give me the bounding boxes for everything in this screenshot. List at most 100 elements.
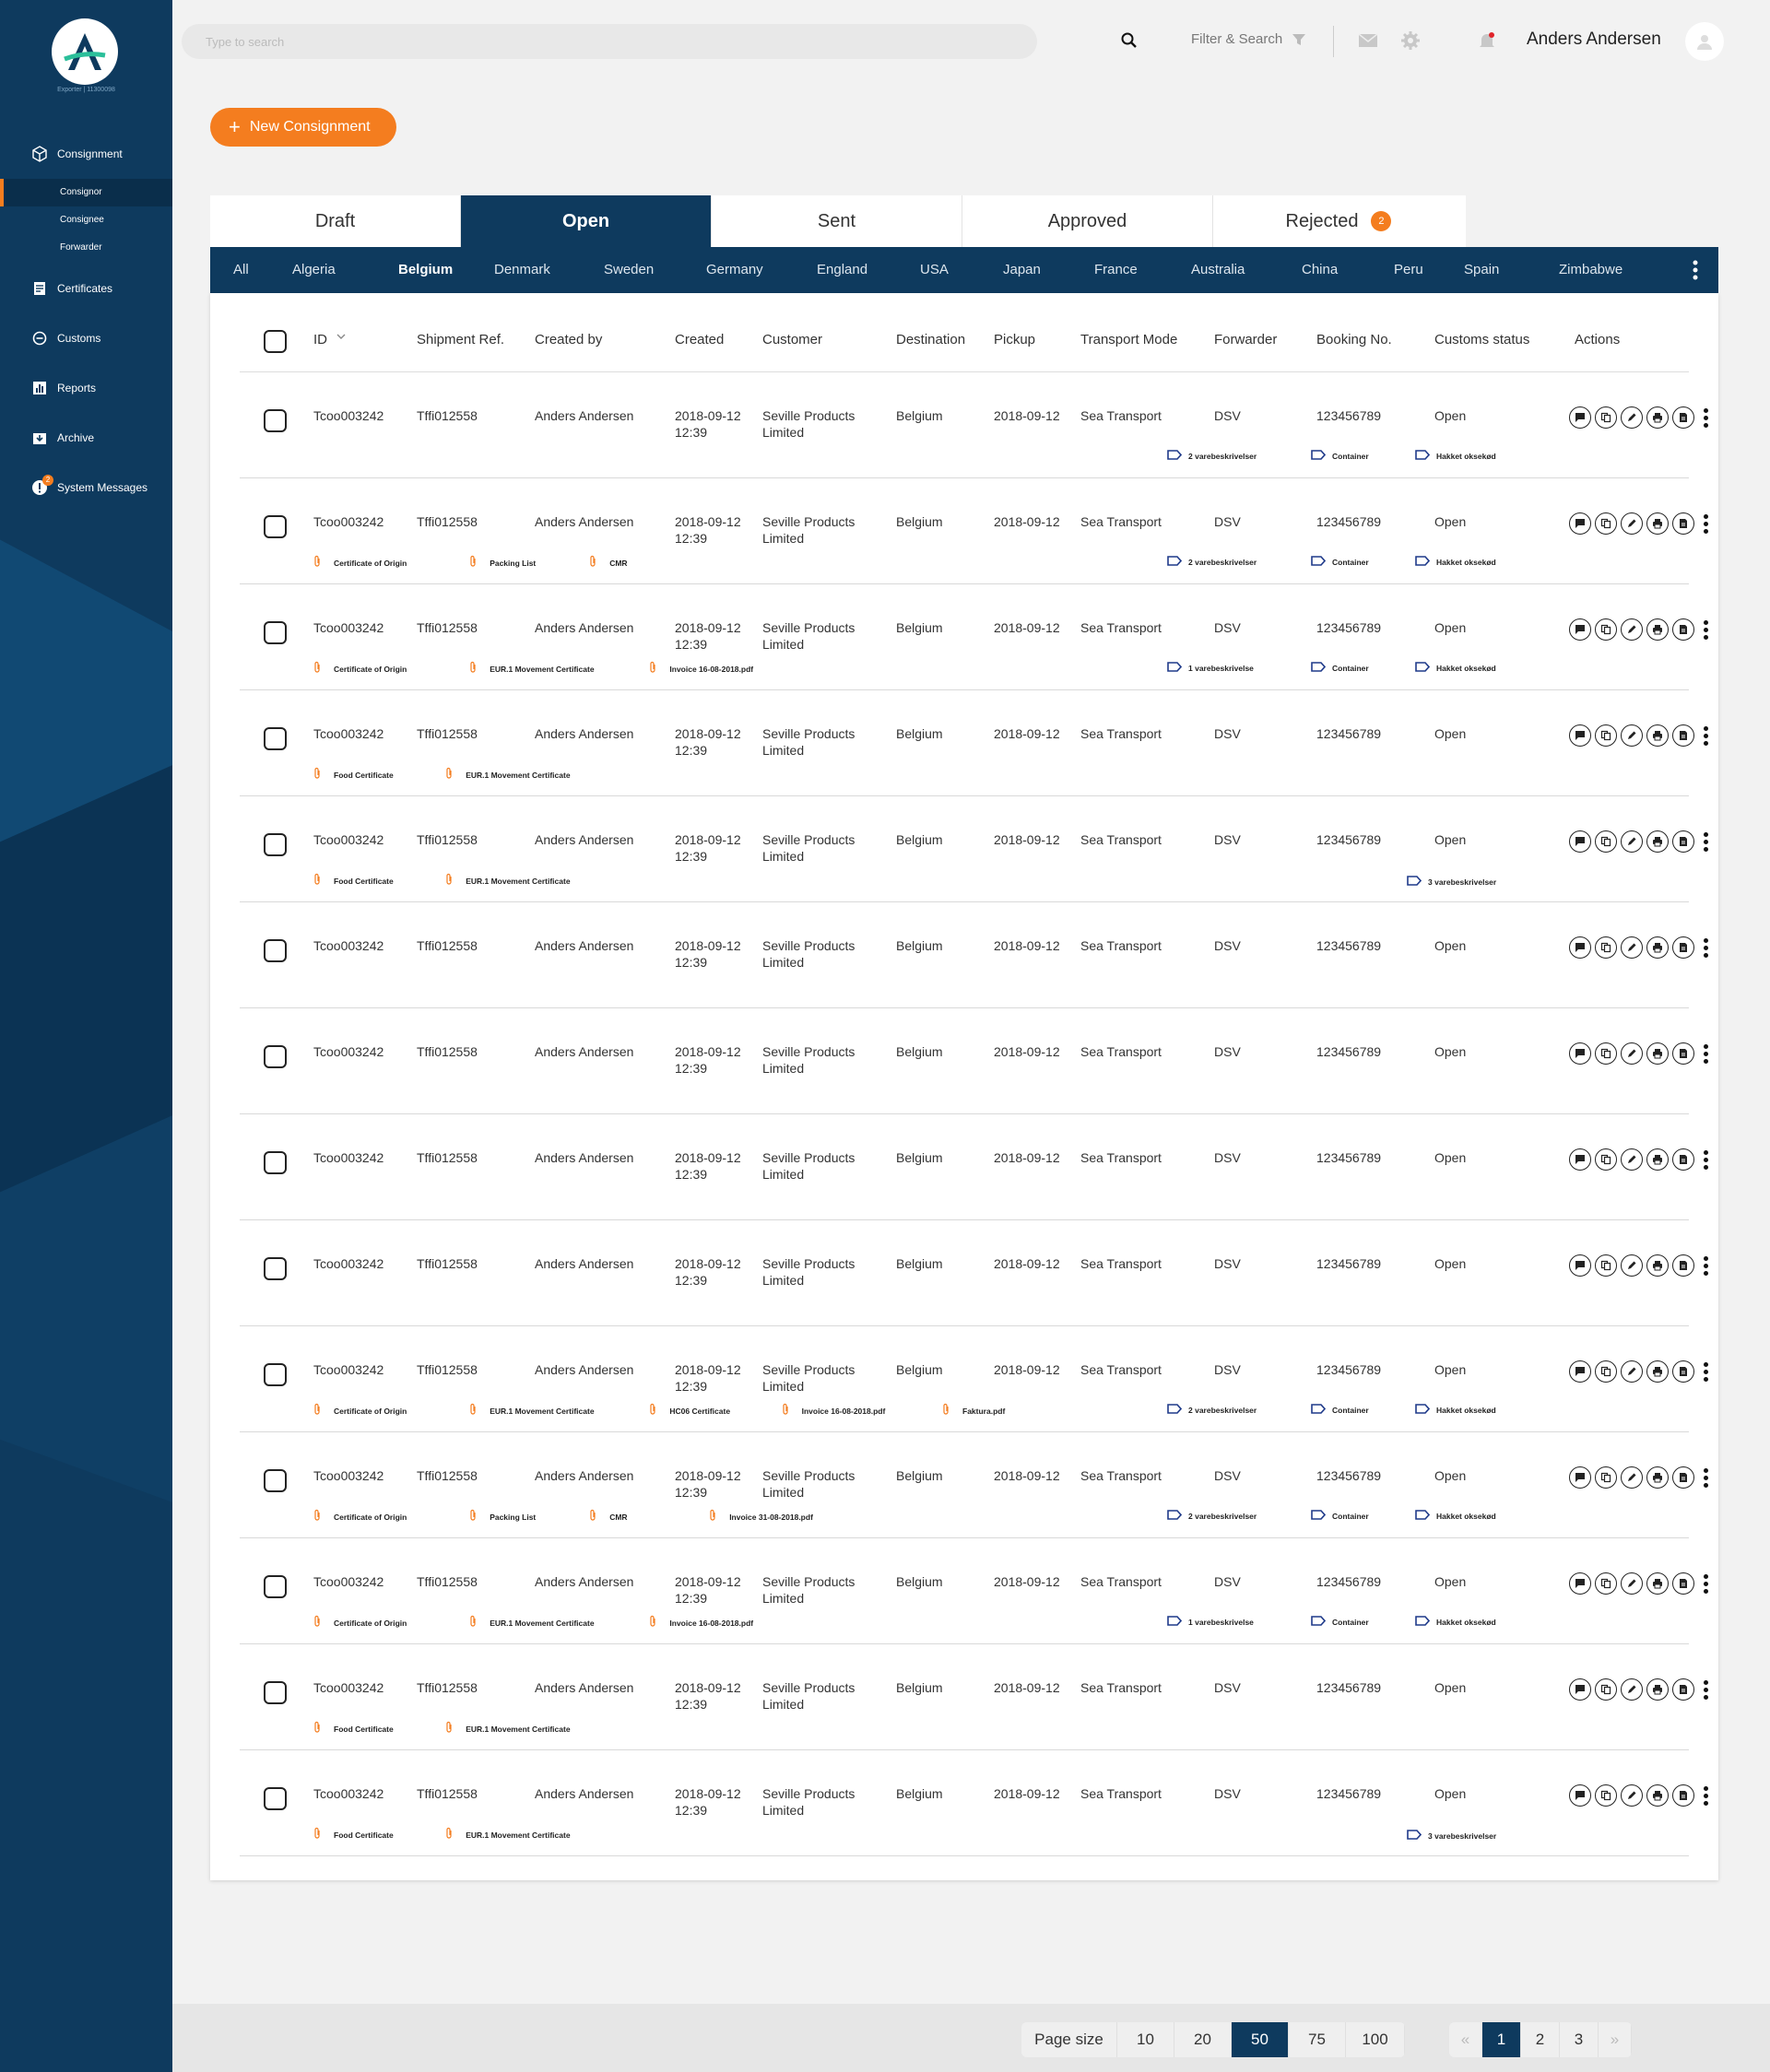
print-button[interactable] bbox=[1646, 1784, 1669, 1807]
sidebar-subitem-consignor[interactable]: Consignor bbox=[0, 179, 172, 206]
gear-icon[interactable] bbox=[1401, 31, 1420, 54]
page-size-option[interactable]: 10 bbox=[1117, 2022, 1174, 2057]
attachment[interactable]: EUR.1 Movement Certificate bbox=[445, 1721, 571, 1736]
edit-button[interactable] bbox=[1621, 724, 1643, 747]
document-button[interactable] bbox=[1672, 1784, 1694, 1807]
copy-button[interactable] bbox=[1595, 1466, 1617, 1489]
attachment[interactable]: Faktura.pdf bbox=[942, 1403, 1005, 1419]
comment-button[interactable] bbox=[1569, 830, 1591, 853]
goods-tag[interactable]: Hakket oksekød bbox=[1415, 1510, 1496, 1522]
more-vert-icon[interactable] bbox=[1704, 1254, 1708, 1277]
edit-button[interactable] bbox=[1621, 512, 1643, 535]
country-filter-australia[interactable]: Australia bbox=[1191, 262, 1245, 277]
attachment[interactable]: Invoice 31-08-2018.pdf bbox=[709, 1509, 813, 1525]
copy-button[interactable] bbox=[1595, 1360, 1617, 1383]
print-button[interactable] bbox=[1646, 1360, 1669, 1383]
goods-tag[interactable]: 3 varebeskrivelser bbox=[1407, 876, 1496, 888]
comment-button[interactable] bbox=[1569, 936, 1591, 959]
row-checkbox[interactable] bbox=[264, 1363, 287, 1386]
attachment[interactable]: Food Certificate bbox=[313, 1721, 394, 1736]
edit-button[interactable] bbox=[1621, 1784, 1643, 1807]
copy-button[interactable] bbox=[1595, 1148, 1617, 1171]
attachment[interactable]: EUR.1 Movement Certificate bbox=[469, 1403, 595, 1419]
more-vert-icon[interactable] bbox=[1704, 1572, 1708, 1595]
more-vert-icon[interactable] bbox=[1704, 1678, 1708, 1701]
row-checkbox[interactable] bbox=[264, 1151, 287, 1174]
goods-tag[interactable]: Container bbox=[1311, 1616, 1369, 1628]
copy-button[interactable] bbox=[1595, 936, 1617, 959]
table-row[interactable]: Tcoo003242 Tffi012558 Anders Andersen Belgi… bbox=[240, 372, 1708, 478]
more-vert-icon[interactable] bbox=[1704, 1148, 1708, 1171]
print-button[interactable] bbox=[1646, 1254, 1669, 1277]
more-vert-icon[interactable] bbox=[1704, 406, 1708, 429]
comment-button[interactable] bbox=[1569, 724, 1591, 747]
table-row[interactable]: Tcoo003242 Tffi012558 Anders Andersen Belgi… bbox=[240, 902, 1708, 1008]
comment-button[interactable] bbox=[1569, 1678, 1591, 1701]
document-button[interactable] bbox=[1672, 512, 1694, 535]
more-options-icon[interactable] bbox=[1693, 260, 1698, 284]
select-all-checkbox[interactable] bbox=[264, 330, 287, 353]
tab-open[interactable]: Open bbox=[461, 195, 712, 247]
page-size-option[interactable]: 50 bbox=[1232, 2022, 1289, 2057]
copy-button[interactable] bbox=[1595, 1572, 1617, 1595]
tab-rejected[interactable]: Rejected 2 bbox=[1213, 195, 1464, 247]
avatar[interactable] bbox=[1685, 22, 1724, 61]
comment-button[interactable] bbox=[1569, 1360, 1591, 1383]
row-checkbox[interactable] bbox=[264, 515, 287, 538]
goods-tag[interactable]: Container bbox=[1311, 450, 1369, 462]
comment-button[interactable] bbox=[1569, 1466, 1591, 1489]
attachment[interactable]: EUR.1 Movement Certificate bbox=[445, 767, 571, 783]
comment-button[interactable] bbox=[1569, 1148, 1591, 1171]
page-size-option[interactable]: 75 bbox=[1289, 2022, 1346, 2057]
row-checkbox[interactable] bbox=[264, 1787, 287, 1810]
attachment[interactable]: Invoice 16-08-2018.pdf bbox=[782, 1403, 885, 1419]
comment-button[interactable] bbox=[1569, 1254, 1591, 1277]
row-checkbox[interactable] bbox=[264, 1681, 287, 1704]
goods-tag[interactable]: 2 varebeskrivelser bbox=[1167, 1404, 1257, 1416]
table-row[interactable]: Tcoo003242 Tffi012558 Anders Andersen Belgi… bbox=[240, 1432, 1708, 1538]
print-button[interactable] bbox=[1646, 1042, 1669, 1065]
search-input[interactable]: Type to search bbox=[182, 24, 1037, 59]
attachment[interactable]: Food Certificate bbox=[313, 767, 394, 783]
search-icon[interactable] bbox=[1120, 31, 1139, 54]
goods-tag[interactable]: Hakket oksekød bbox=[1415, 1616, 1496, 1628]
edit-button[interactable] bbox=[1621, 618, 1643, 641]
edit-button[interactable] bbox=[1621, 936, 1643, 959]
document-button[interactable] bbox=[1672, 618, 1694, 641]
goods-tag[interactable]: 1 varebeskrivelse bbox=[1167, 1616, 1254, 1628]
more-vert-icon[interactable] bbox=[1704, 618, 1708, 641]
row-checkbox[interactable] bbox=[264, 1257, 287, 1280]
print-button[interactable] bbox=[1646, 936, 1669, 959]
table-row[interactable]: Tcoo003242 Tffi012558 Anders Andersen Belgi… bbox=[240, 1326, 1708, 1432]
goods-tag[interactable]: Container bbox=[1311, 1404, 1369, 1416]
country-filter-algeria[interactable]: Algeria bbox=[292, 262, 336, 277]
copy-button[interactable] bbox=[1595, 1678, 1617, 1701]
sidebar-item-customs[interactable]: Customs bbox=[0, 323, 172, 354]
more-vert-icon[interactable] bbox=[1704, 830, 1708, 853]
copy-button[interactable] bbox=[1595, 618, 1617, 641]
edit-button[interactable] bbox=[1621, 830, 1643, 853]
table-row[interactable]: Tcoo003242 Tffi012558 Anders Andersen Belgi… bbox=[240, 1644, 1708, 1750]
more-vert-icon[interactable] bbox=[1704, 512, 1708, 535]
attachment[interactable]: Certificate of Origin bbox=[313, 1403, 407, 1419]
country-filter-germany[interactable]: Germany bbox=[706, 262, 763, 277]
attachment[interactable]: Food Certificate bbox=[313, 1827, 394, 1842]
row-checkbox[interactable] bbox=[264, 727, 287, 750]
tab-approved[interactable]: Approved bbox=[962, 195, 1213, 247]
row-checkbox[interactable] bbox=[264, 1469, 287, 1492]
document-button[interactable] bbox=[1672, 1572, 1694, 1595]
copy-button[interactable] bbox=[1595, 830, 1617, 853]
country-filter-usa[interactable]: USA bbox=[920, 262, 949, 277]
print-button[interactable] bbox=[1646, 1466, 1669, 1489]
goods-tag[interactable]: 2 varebeskrivelser bbox=[1167, 556, 1257, 568]
edit-button[interactable] bbox=[1621, 406, 1643, 429]
goods-tag[interactable]: 2 varebeskrivelser bbox=[1167, 450, 1257, 462]
document-button[interactable] bbox=[1672, 406, 1694, 429]
edit-button[interactable] bbox=[1621, 1254, 1643, 1277]
document-button[interactable] bbox=[1672, 936, 1694, 959]
page-size-option[interactable]: 20 bbox=[1174, 2022, 1232, 2057]
country-filter-denmark[interactable]: Denmark bbox=[494, 262, 550, 277]
country-filter-spain[interactable]: Spain bbox=[1464, 262, 1499, 277]
attachment[interactable]: Certificate of Origin bbox=[313, 1509, 407, 1525]
edit-button[interactable] bbox=[1621, 1466, 1643, 1489]
